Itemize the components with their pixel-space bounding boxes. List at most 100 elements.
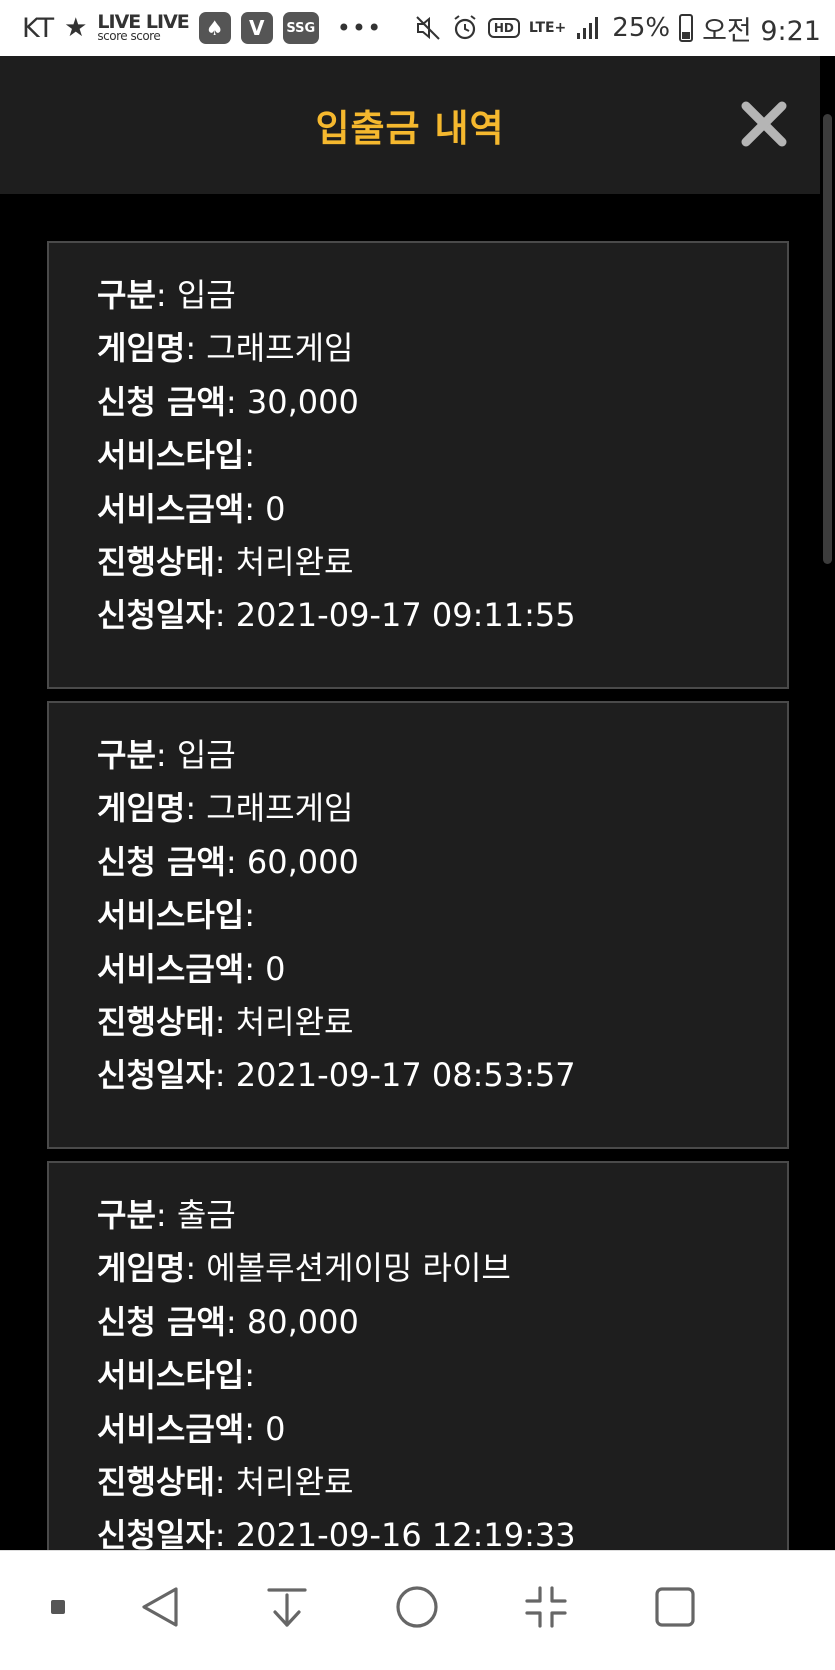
transaction-card: 구분: 출금 게임명: 에볼루션게이밍 라이브 신청 금액: 80,000 서비… [47, 1161, 789, 1550]
date-row: 신청일자: 2021-09-17 09:11:55 [97, 596, 576, 635]
game-row: 게임명: 에볼루션게이밍 라이브 [97, 1249, 511, 1288]
service-type-label: 서비스타입 [97, 896, 245, 935]
date-row: 신청일자: 2021-09-17 08:53:57 [97, 1056, 576, 1095]
amount-value: 30,000 [246, 382, 359, 421]
service-amount-value: 0 [265, 1409, 286, 1448]
mute-icon [416, 16, 440, 40]
service-type-label: 서비스타입 [97, 436, 245, 475]
amount-label: 신청 금액 [97, 382, 226, 421]
type-label: 구분 [97, 736, 156, 774]
status-label: 진행상태 [97, 543, 215, 582]
amount-row: 신청 금액: 30,000 [97, 382, 359, 421]
dot-icon [51, 1600, 65, 1614]
type-value: 입금 [176, 276, 236, 314]
status-row: 진행상태: 처리완료 [97, 543, 354, 582]
lte-icon: LTE+ [528, 20, 567, 36]
type-row: 구분: 입금 [97, 276, 236, 314]
star-icon: ★ [64, 13, 88, 43]
carrier-label: KT [22, 12, 55, 44]
back-button[interactable] [130, 1577, 190, 1637]
amount-value: 80,000 [246, 1302, 359, 1341]
ssg-app-icon: SSG [282, 12, 319, 44]
signal-icon [577, 17, 599, 39]
service-amount-row: 서비스금액: 0 [97, 1409, 286, 1448]
type-row: 구분: 입금 [97, 736, 236, 774]
type-value: 입금 [176, 736, 236, 774]
game-value: 에볼루션게이밍 라이브 [206, 1249, 511, 1288]
service-type-row: 서비스타입: [97, 1356, 255, 1395]
date-value: 2021-09-17 08:53:57 [235, 1056, 576, 1095]
service-amount-label: 서비스금액 [97, 949, 245, 988]
amount-value: 60,000 [246, 842, 359, 881]
game-value: 그래프게임 [206, 789, 354, 828]
home-icon [396, 1586, 438, 1628]
close-button[interactable] [736, 96, 792, 152]
more-notifications-icon: ••• [336, 14, 383, 42]
date-label: 신청일자 [97, 1056, 215, 1095]
v-app-icon: V [240, 12, 273, 44]
amount-label: 신청 금액 [97, 842, 226, 881]
page-header: 입출금 내역 [0, 56, 820, 194]
game-label: 게임명 [97, 1249, 186, 1288]
type-label: 구분 [97, 1196, 156, 1234]
type-label: 구분 [97, 276, 156, 314]
recent-dot-button[interactable] [28, 1577, 88, 1637]
scrollbar-thumb[interactable] [823, 114, 832, 564]
service-amount-row: 서비스금액: 0 [97, 949, 286, 988]
service-type-label: 서비스타입 [97, 1356, 245, 1395]
status-value: 처리완료 [235, 543, 354, 582]
game-value: 그래프게임 [206, 329, 354, 368]
game-label: 게임명 [97, 329, 186, 368]
service-amount-row: 서비스금액: 0 [97, 489, 286, 528]
home-button[interactable] [387, 1577, 447, 1637]
status-value: 처리완료 [235, 1003, 354, 1042]
game-label: 게임명 [97, 789, 186, 828]
close-icon [741, 101, 787, 147]
service-amount-label: 서비스금액 [97, 1409, 245, 1448]
page-title: 입출금 내역 [315, 107, 505, 150]
service-amount-value: 0 [265, 949, 286, 988]
status-row: 진행상태: 처리완료 [97, 1003, 354, 1042]
status-right: HD LTE+ 25% 오전 9:21 [414, 9, 821, 48]
status-bar: KT ★ LIVE LIVE score score ♠ V SSG ••• H… [0, 0, 835, 56]
game-row: 게임명: 그래프게임 [97, 329, 354, 368]
service-type-row: 서비스타입: [97, 896, 255, 935]
transaction-list: 구분: 입금 게임명: 그래프게임 신청 금액: 30,000 서비스타입: 서… [47, 241, 789, 1550]
date-value: 2021-09-17 09:11:55 [235, 596, 576, 635]
status-left: KT ★ LIVE LIVE score score ♠ V SSG ••• [22, 12, 382, 44]
live-score-icon: LIVE LIVE score score [97, 13, 189, 44]
amount-row: 신청 금액: 80,000 [97, 1302, 359, 1341]
navigation-bar [0, 1550, 835, 1670]
square-icon [655, 1587, 695, 1627]
back-icon [142, 1587, 178, 1627]
scrollbar-track[interactable] [820, 56, 835, 1550]
amount-label: 신청 금액 [97, 1302, 226, 1341]
status-row: 진행상태: 처리완료 [97, 1463, 354, 1502]
battery-percent: 25% [612, 13, 671, 43]
download-icon [267, 1588, 307, 1627]
service-amount-label: 서비스금액 [97, 489, 245, 528]
date-row: 신청일자: 2021-09-16 12:19:33 [97, 1509, 787, 1550]
cards-app-icon: ♠ [198, 12, 231, 44]
date-label: 신청일자 [97, 1516, 215, 1550]
service-amount-value: 0 [265, 489, 286, 528]
type-value: 출금 [176, 1196, 236, 1234]
minimize-icon [525, 1586, 567, 1628]
game-row: 게임명: 그래프게임 [97, 789, 354, 828]
date-value: 2021-09-16 12:19:33 [235, 1516, 576, 1550]
alarm-icon [454, 15, 476, 40]
status-value: 처리완료 [235, 1463, 354, 1502]
transaction-card: 구분: 입금 게임명: 그래프게임 신청 금액: 30,000 서비스타입: 서… [47, 241, 789, 689]
live-score-bottom: score score [97, 29, 161, 44]
battery-icon [679, 14, 694, 42]
service-type-row: 서비스타입: [97, 436, 255, 475]
status-label: 진행상태 [97, 1463, 215, 1502]
transaction-card: 구분: 입금 게임명: 그래프게임 신청 금액: 60,000 서비스타입: 서… [47, 701, 789, 1149]
minimize-button[interactable] [516, 1577, 576, 1637]
amount-row: 신청 금액: 60,000 [97, 842, 359, 881]
date-label: 신청일자 [97, 596, 215, 635]
download-button[interactable] [257, 1577, 317, 1637]
recent-apps-button[interactable] [645, 1577, 705, 1637]
hd-voice-icon: HD [487, 18, 520, 38]
status-label: 진행상태 [97, 1003, 215, 1042]
